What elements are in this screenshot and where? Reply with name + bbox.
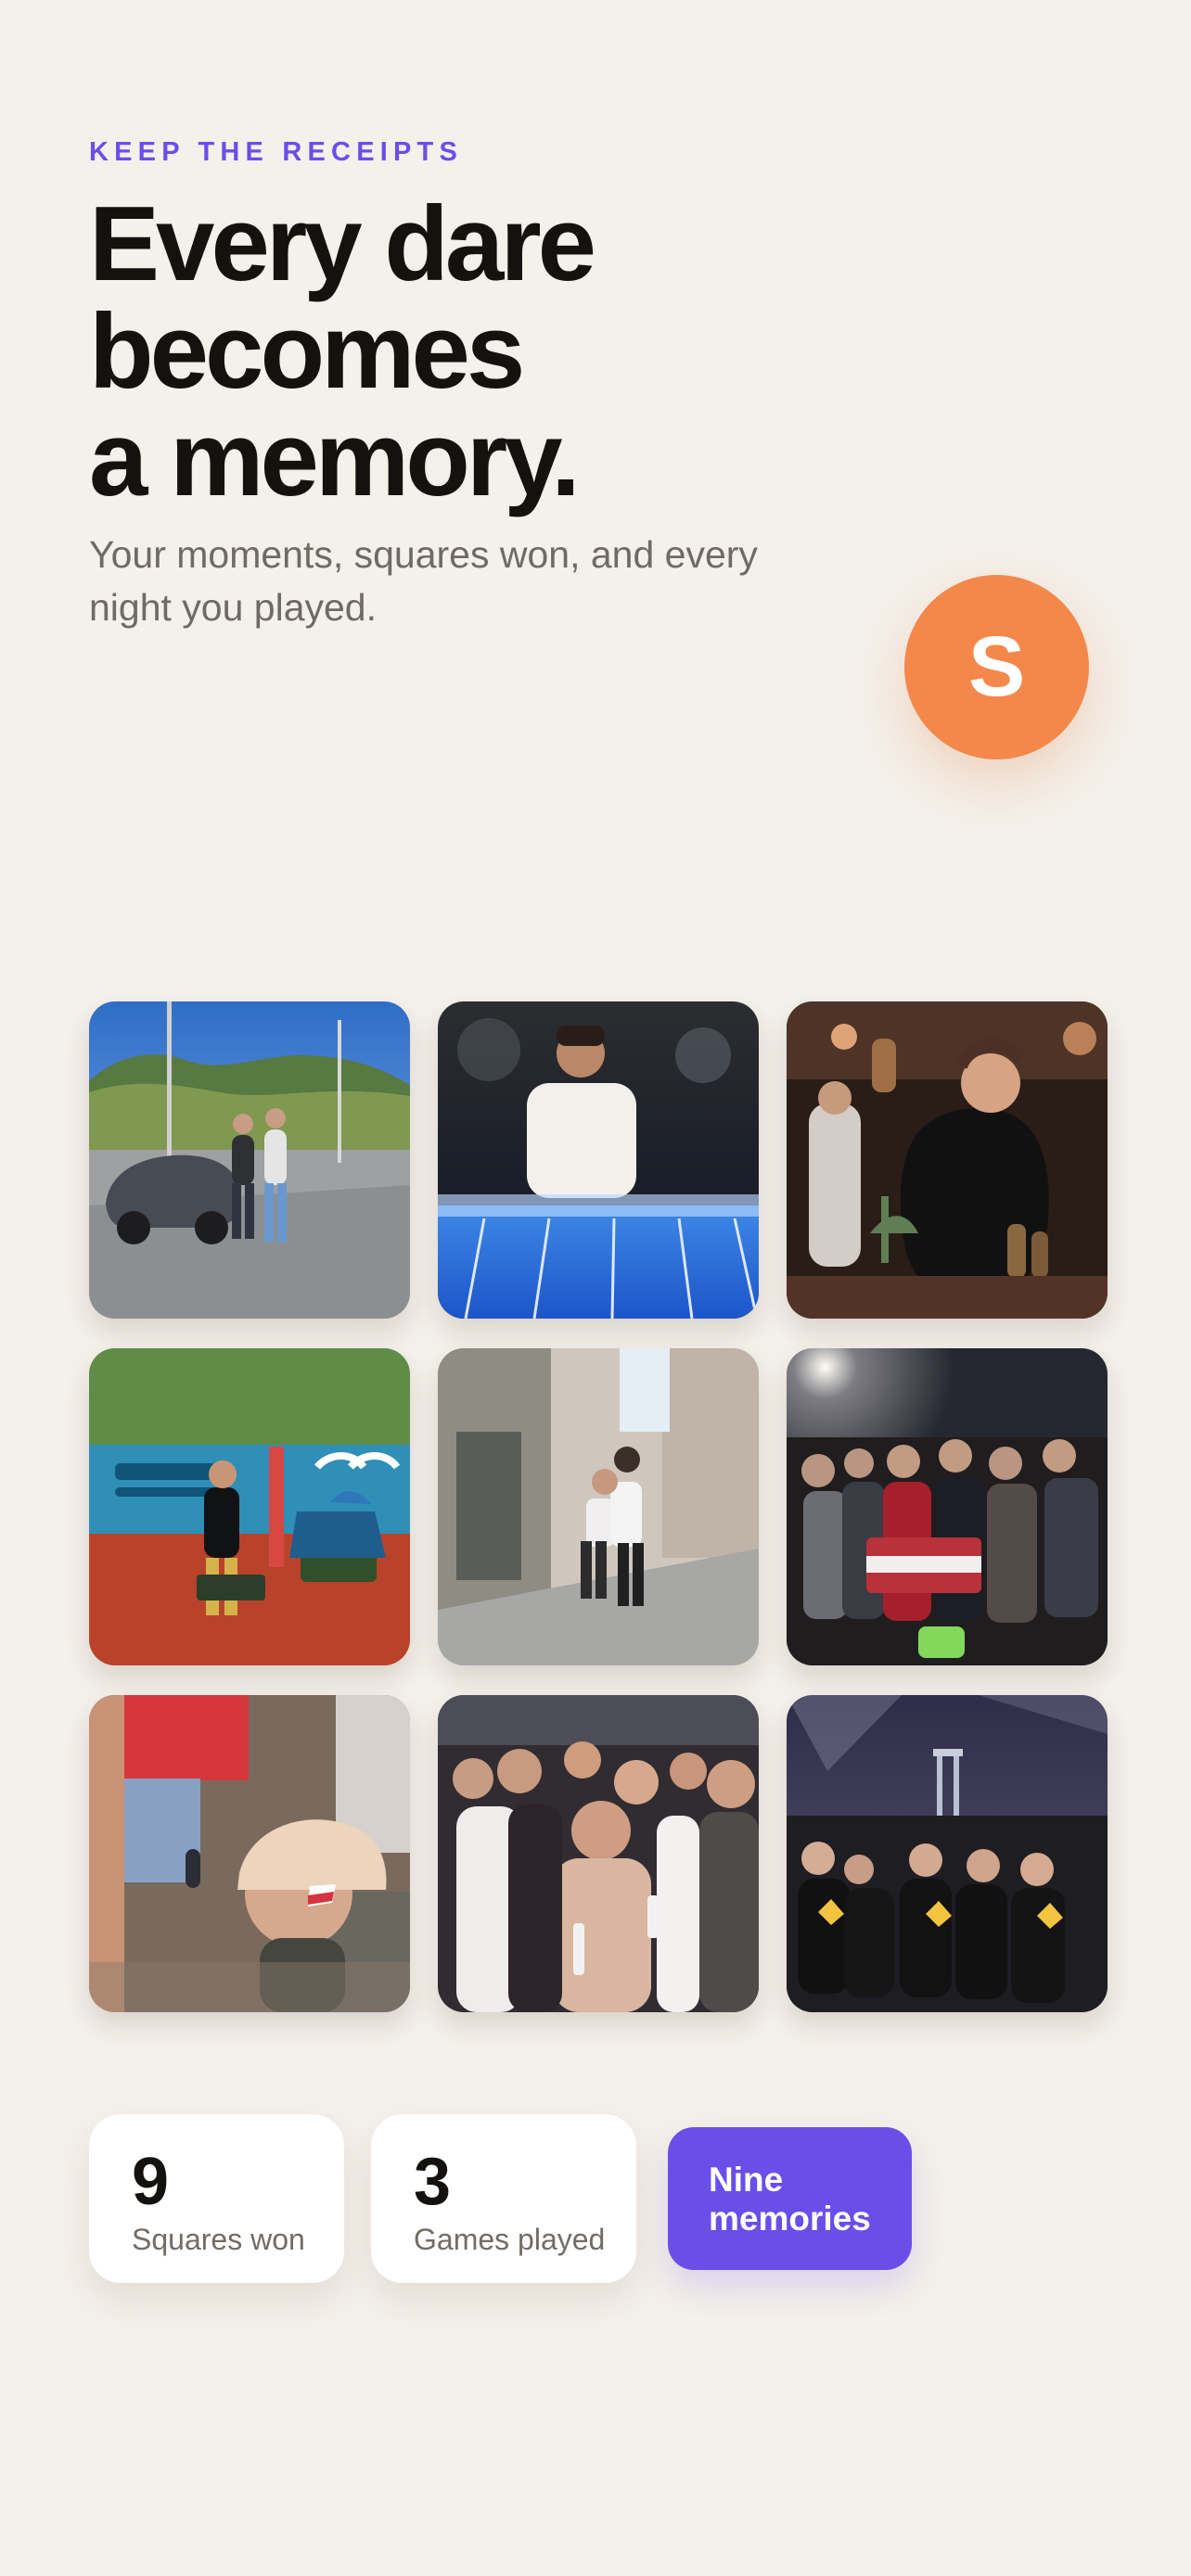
memory-photo-7-image [89, 1695, 410, 2012]
eyebrow-label: KEEP THE RECEIPTS [89, 137, 463, 167]
memory-photo-4[interactable] [89, 1348, 410, 1665]
memory-photo-5[interactable] [438, 1348, 759, 1665]
memory-photo-6-image [787, 1348, 1108, 1665]
headline-line-1: Every dare [89, 185, 596, 303]
memory-photo-3-image [787, 1001, 1108, 1319]
memory-photo-3[interactable] [787, 1001, 1108, 1319]
memory-photo-5-image [438, 1348, 759, 1665]
squares-won-label: Squares won [132, 2223, 305, 2256]
games-played-value: 3 [414, 2145, 452, 2219]
memory-photo-4-image [89, 1348, 410, 1665]
memory-photo-9[interactable] [787, 1695, 1108, 2012]
memory-photo-2-image [438, 1001, 759, 1319]
squares-won-value: 9 [132, 2145, 170, 2219]
nine-memories-line-2: memories [709, 2200, 871, 2238]
memory-photo-grid [89, 1001, 1108, 2012]
headline-line-2: becomes [89, 293, 525, 411]
memory-photo-2[interactable] [438, 1001, 759, 1319]
memory-photo-8-image [438, 1695, 759, 2012]
avatar[interactable]: S [904, 575, 1089, 759]
memory-photo-6[interactable] [787, 1348, 1108, 1665]
games-played-card: 3 Games played [371, 2114, 636, 2283]
memory-photo-7[interactable] [89, 1695, 410, 2012]
page-title: Every dare becomes a memory. [89, 185, 596, 518]
memory-photo-8[interactable] [438, 1695, 759, 2012]
memory-photo-1[interactable] [89, 1001, 410, 1319]
headline-line-3: a memory. [89, 401, 581, 518]
squares-won-card: 9 Squares won [89, 2114, 344, 2283]
stats-row: 9 Squares won 3 Games played Nine memori… [89, 2114, 1109, 2283]
memory-photo-9-image [787, 1695, 1108, 2012]
games-played-label: Games played [414, 2223, 606, 2256]
nine-memories-line-1: Nine [709, 2161, 784, 2199]
page-subtitle: Your moments, squares won, and every nig… [89, 533, 758, 629]
nine-memories-badge[interactable]: Nine memories [668, 2127, 912, 2270]
memory-photo-1-image [89, 1001, 410, 1319]
